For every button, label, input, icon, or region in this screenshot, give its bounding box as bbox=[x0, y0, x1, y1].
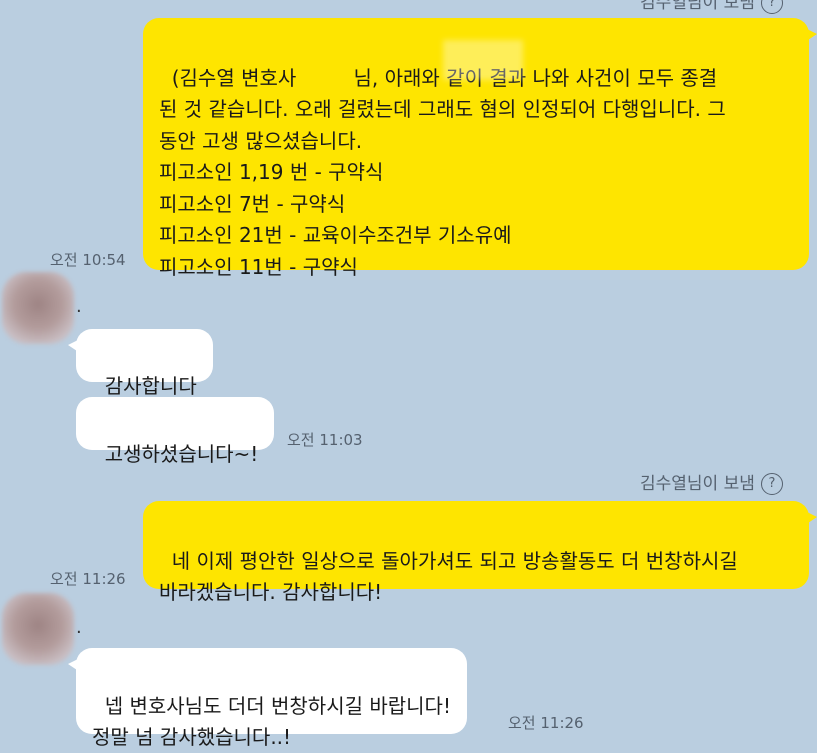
message-text: 고생하셨습니다~! bbox=[104, 442, 259, 466]
message-time-2: 오전 11:03 bbox=[287, 431, 363, 449]
sender-name: . bbox=[76, 296, 82, 317]
other-message-bubble-3[interactable]: 넵 변호사님도 더더 번창하시길 바랍니다! 정말 넘 감사했습니다..! bbox=[68, 648, 467, 749]
sender-label-1: 김수열님이 보냄? bbox=[640, 0, 783, 14]
other-message-bubble-2[interactable]: 고생하셨습니다~! bbox=[76, 397, 275, 466]
sender-label-2: 김수열님이 보냄? bbox=[640, 469, 783, 495]
question-circle-icon[interactable]: ? bbox=[760, 473, 783, 495]
message-time-4: 오전 11:26 bbox=[508, 714, 584, 732]
message-text: 넵 변호사님도 더더 번창하시길 바랍니다! 정말 넘 감사했습니다..! bbox=[92, 694, 451, 749]
message-text: (김수열 변호사 님, 아래와 같이 결과 나와 사건이 모두 종결 된 것 같… bbox=[159, 65, 726, 279]
blurred-avatar-icon[interactable] bbox=[2, 272, 74, 344]
message-text: 네 이제 평안한 일상으로 돌아가셔도 되고 방송활동도 더 번창하시길 바라겠… bbox=[159, 548, 738, 605]
other-message-bubble-1[interactable]: 감사합니다 bbox=[68, 329, 213, 398]
redacted-name-block bbox=[443, 40, 523, 80]
question-circle-icon[interactable]: ? bbox=[760, 0, 783, 14]
message-time-3: 오전 11:26 bbox=[50, 570, 126, 588]
message-text: 감사합니다 bbox=[104, 374, 197, 398]
my-message-bubble-1[interactable]: (김수열 변호사 님, 아래와 같이 결과 나와 사건이 모두 종결 된 것 같… bbox=[143, 18, 817, 279]
my-message-bubble-2[interactable]: 네 이제 평안한 일상으로 돌아가셔도 되고 방송활동도 더 번창하시길 바라겠… bbox=[143, 501, 817, 604]
sender-name: . bbox=[76, 617, 82, 638]
message-time-1: 오전 10:54 bbox=[50, 251, 126, 269]
blurred-avatar-icon[interactable] bbox=[2, 593, 74, 665]
